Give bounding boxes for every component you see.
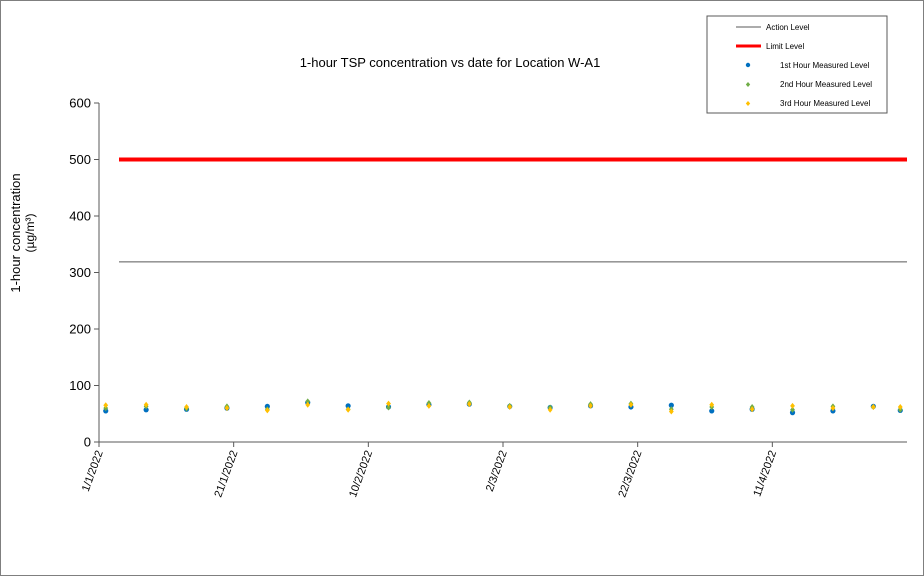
legend: Action Level Limit Level 1st Hour Measur… <box>706 15 888 114</box>
x-tick-label: 11/4/2022 <box>751 449 779 498</box>
y-tick-label: 300 <box>69 265 91 280</box>
tsp-scatter-chart: 1-hour TSP concentration vs date for Loc… <box>8 15 907 499</box>
legend-label-2nd-hour: 2nd Hour Measured Level <box>780 80 872 89</box>
chart-frame: 1-hour TSP concentration vs date for Loc… <box>0 0 924 576</box>
y-tick-label: 500 <box>69 152 91 167</box>
y-axis-label-line2: (µg/m³) <box>23 214 37 253</box>
y-axis-label-line1: 1-hour concentration <box>8 173 23 292</box>
legend-label-action-level: Action Level <box>766 23 810 32</box>
legend-label-limit-level: Limit Level <box>766 42 804 51</box>
legend-label-3rd-hour: 3rd Hour Measured Level <box>780 99 870 108</box>
y-tick-label: 200 <box>69 322 91 337</box>
x-tick-label: 2/3/2022 <box>484 449 510 493</box>
y-tick-label: 400 <box>69 209 91 224</box>
y-tick-label: 100 <box>69 378 91 393</box>
axes: 0 100 200 300 400 500 600 1/1/2022 21/1/2022 10/2… <box>69 96 907 499</box>
chart-title: 1-hour TSP concentration vs date for Loc… <box>300 55 601 70</box>
x-tick-label: 10/2/2022 <box>347 449 375 499</box>
x-tick-label: 1/1/2022 <box>80 449 106 493</box>
x-tick-label: 21/1/2022 <box>212 449 240 499</box>
y-tick-label: 0 <box>84 435 91 450</box>
legend-label-1st-hour: 1st Hour Measured Level <box>780 61 870 70</box>
y-axis-label: 1-hour concentration (µg/m³) <box>8 173 37 292</box>
data-points <box>103 398 903 416</box>
y-tick-label: 600 <box>69 96 91 111</box>
reference-lines <box>119 157 907 263</box>
x-tick-label: 22/3/2022 <box>616 449 644 499</box>
legend-marker-1st-hour <box>745 62 751 68</box>
third-hour-point <box>790 402 795 409</box>
